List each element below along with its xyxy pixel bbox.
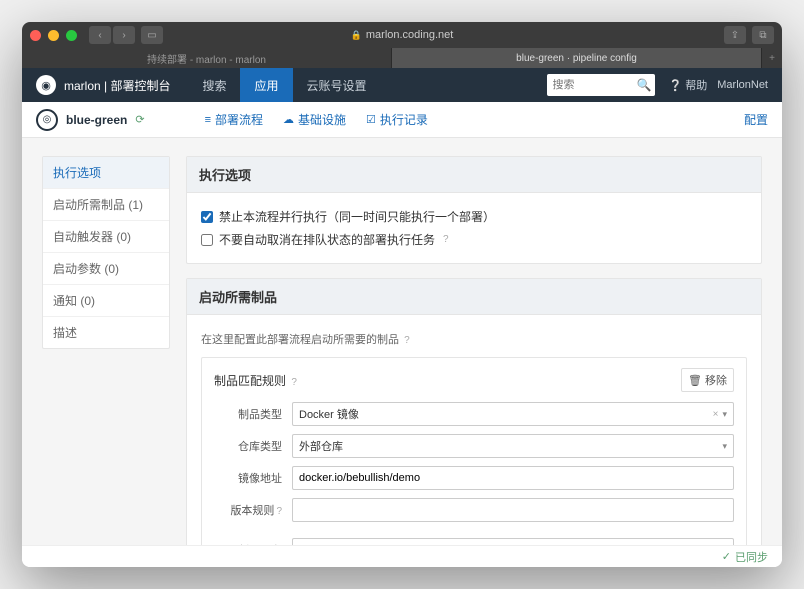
sync-icon: ✓ xyxy=(722,550,731,563)
share-button[interactable]: ⇪ xyxy=(724,26,746,44)
list-icon: ≡ xyxy=(205,114,211,126)
help-icon[interactable]: ? xyxy=(404,335,410,346)
artifact-type-select[interactable]: Docker 镜像 ×▾ xyxy=(292,402,734,426)
config-link[interactable]: 配置 xyxy=(744,111,768,128)
sidebar-exec-options[interactable]: 执行选项 xyxy=(43,157,169,189)
forward-button[interactable]: › xyxy=(113,26,135,44)
repo-type-select[interactable]: 外部仓库 ▾ xyxy=(292,434,734,458)
sidebar-params[interactable]: 启动参数 (0) xyxy=(43,253,169,285)
window-close[interactable] xyxy=(30,30,41,41)
cloud-icon: ☁ xyxy=(283,113,294,126)
artifacts-title: 启动所需制品 xyxy=(187,279,761,315)
browser-tab-1[interactable]: blue-green · pipeline config xyxy=(392,48,762,68)
check-icon: ☑ xyxy=(366,113,376,126)
pipeline-icon: ◎ xyxy=(36,109,58,131)
sync-status: 已同步 xyxy=(735,549,768,565)
clear-icon[interactable]: × xyxy=(713,409,719,420)
search-box[interactable]: 🔍 xyxy=(547,74,655,96)
sidebar-triggers[interactable]: 自动触发器 (0) xyxy=(43,221,169,253)
chevron-down-icon: ▾ xyxy=(722,441,727,452)
pipeline-name: blue-green xyxy=(66,113,127,127)
no-auto-cancel-checkbox[interactable] xyxy=(201,234,213,246)
nav-apps[interactable]: 应用 xyxy=(240,68,292,102)
sidebar-toggle[interactable]: ▭ xyxy=(141,26,163,44)
help-icon[interactable]: ? xyxy=(443,234,449,245)
window-minimize[interactable] xyxy=(48,30,59,41)
nav-search[interactable]: 搜索 xyxy=(188,68,240,102)
user-menu[interactable]: MarlonNet xyxy=(717,79,768,91)
disable-parallel-checkbox[interactable] xyxy=(201,211,213,223)
subnav-history[interactable]: ☑执行记录 xyxy=(366,111,428,128)
sidebar-artifacts[interactable]: 启动所需制品 (1) xyxy=(43,189,169,221)
nav-cloud-accounts[interactable]: 云账号设置 xyxy=(293,68,381,102)
help-link[interactable]: ❔ 帮助 xyxy=(669,77,708,93)
exec-options-title: 执行选项 xyxy=(187,157,761,193)
url-bar[interactable]: 🔒 marlon.coding.net xyxy=(351,29,454,41)
browser-tab-0[interactable]: 持续部署 - marlon - marlon xyxy=(22,48,392,68)
artifact-type-label: 制品类型 xyxy=(214,406,292,422)
repo-type-label: 仓库类型 xyxy=(214,438,292,454)
sidebar-notifications[interactable]: 通知 (0) xyxy=(43,285,169,317)
new-tab-button[interactable]: + xyxy=(762,48,782,68)
app-title: marlon | 部署控制台 xyxy=(64,77,170,94)
sidebar-description[interactable]: 描述 xyxy=(43,317,169,348)
url-text: marlon.coding.net xyxy=(366,29,453,41)
search-input[interactable] xyxy=(553,79,637,91)
remove-button[interactable]: 🗑 移除 xyxy=(681,368,734,392)
tabs-button[interactable]: ⧉ xyxy=(752,26,774,44)
no-auto-cancel-label: 不要自动取消在排队状态的部署执行任务 xyxy=(219,231,435,248)
version-rule-label: 版本规则 xyxy=(230,505,274,517)
refresh-icon[interactable]: ⟳ xyxy=(135,113,144,126)
chevron-down-icon: ▾ xyxy=(722,409,727,419)
alias-input[interactable] xyxy=(292,538,734,545)
back-button[interactable]: ‹ xyxy=(89,26,111,44)
version-rule-input[interactable] xyxy=(292,498,734,522)
image-addr-label: 镜像地址 xyxy=(214,470,292,486)
disable-parallel-label: 禁止本流程并行执行（同一时间只能执行一个部署） xyxy=(219,208,495,225)
subnav-deploy-flow[interactable]: ≡部署流程 xyxy=(205,111,263,128)
trash-icon: 🗑 xyxy=(688,374,702,387)
help-icon: ❔ xyxy=(669,79,683,92)
help-icon[interactable]: ? xyxy=(291,377,297,388)
artifacts-desc: 在这里配置此部署流程启动所需要的制品 xyxy=(201,334,399,346)
rules-label: 制品匹配规则 xyxy=(214,374,286,388)
window-maximize[interactable] xyxy=(66,30,77,41)
app-logo-icon: ◉ xyxy=(36,75,56,95)
subnav-infra[interactable]: ☁基础设施 xyxy=(283,111,346,128)
image-addr-input[interactable] xyxy=(292,466,734,490)
help-icon[interactable]: ? xyxy=(276,506,282,517)
lock-icon: 🔒 xyxy=(351,30,362,41)
search-icon[interactable]: 🔍 xyxy=(637,78,652,92)
